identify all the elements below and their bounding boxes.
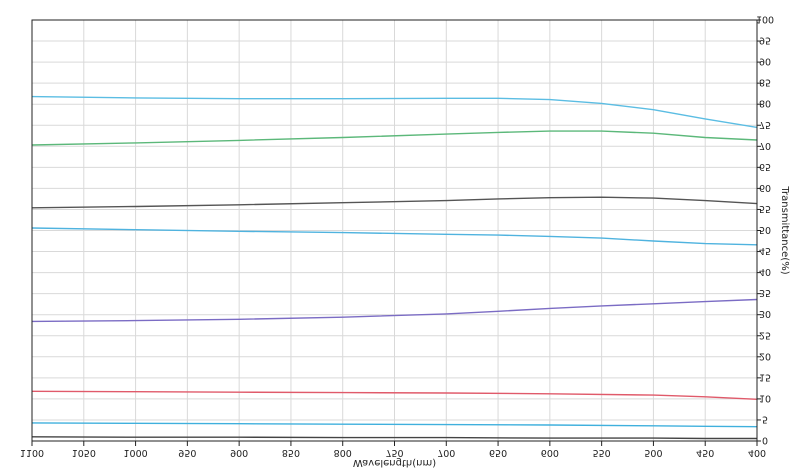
y-tick-label: 70 [759, 140, 771, 151]
x-tick-label: 700 [437, 447, 455, 458]
y-tick-label: 60 [759, 182, 771, 193]
x-tick-label: 800 [334, 447, 352, 458]
y-tick-label: 85 [759, 77, 771, 88]
y-tick-label: 25 [759, 329, 771, 340]
x-tick-label: 650 [489, 447, 507, 458]
y-tick-label: 95 [759, 35, 771, 46]
x-tick-label: 750 [385, 447, 403, 458]
x-tick-label: 950 [178, 447, 196, 458]
y-tick-label: 15 [759, 371, 771, 382]
y-tick-label: 45 [759, 245, 771, 256]
grid [31, 19, 758, 442]
y-tick-label: 5 [762, 413, 768, 424]
x-tick-label: 550 [593, 447, 611, 458]
y-tick-label: 35 [759, 287, 771, 298]
x-axis-label: Wavelength(nm) [353, 457, 436, 468]
x-tick-label: 850 [282, 447, 300, 458]
y-tick-label: 90 [759, 56, 771, 67]
x-tick-label: 900 [230, 447, 248, 458]
y-tick-label: 40 [759, 266, 771, 277]
y-tick-label: 10 [759, 392, 771, 403]
y-tick-label: 75 [759, 119, 771, 130]
y-tick-label: 80 [759, 98, 771, 109]
y-tick-label: 65 [759, 161, 771, 172]
y-tick-label: 20 [759, 350, 771, 361]
x-tick-label: 450 [696, 447, 714, 458]
x-tick-label: 600 [541, 447, 559, 458]
x-tick-label: 400 [748, 447, 766, 458]
y-axis-label: Transmittance(%) [779, 185, 790, 274]
plot-background [0, 0, 800, 473]
x-tick-label: 1050 [72, 447, 96, 458]
x-tick-label: 1000 [123, 447, 147, 458]
y-tick-label: 100 [756, 14, 774, 25]
y-tick-label: 55 [759, 203, 771, 214]
y-tick-label: 0 [762, 435, 768, 446]
x-tick-label: 1100 [20, 447, 44, 458]
y-tick-label: 30 [759, 308, 771, 319]
y-tick-label: 50 [759, 224, 771, 235]
x-tick-label: 500 [644, 447, 662, 458]
transmittance-chart: 1100 1050 1000 950 900 850 800 750 700 650 600 550 5… [0, 0, 800, 473]
